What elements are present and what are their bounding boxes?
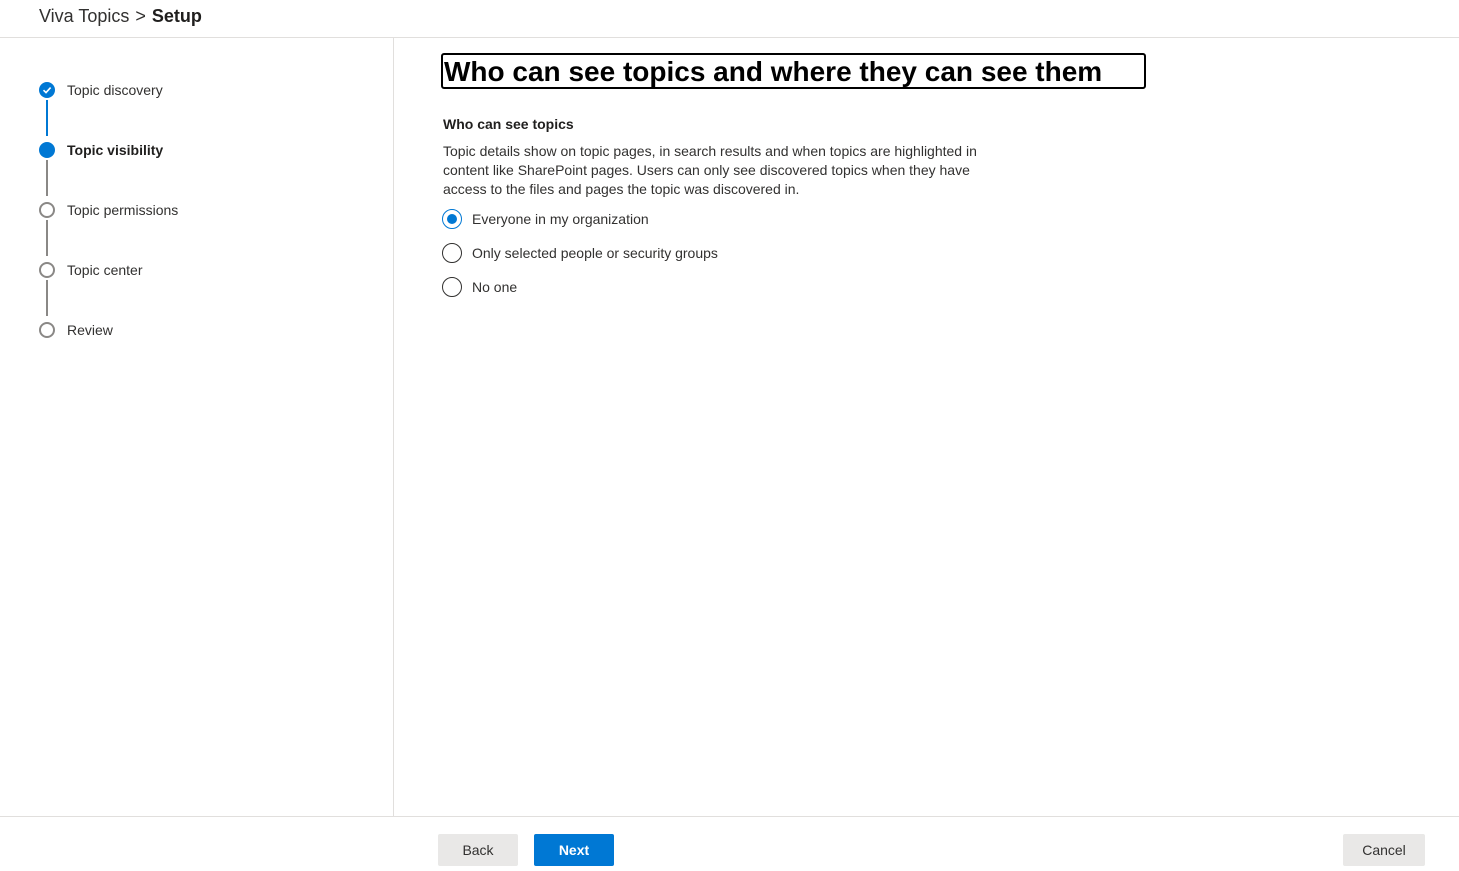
radio-option-everyone[interactable]: Everyone in my organization	[442, 209, 649, 229]
wizard-footer: Back Next Cancel	[0, 816, 1459, 871]
radio-option-selected-people[interactable]: Only selected people or security groups	[442, 243, 718, 263]
step-pending-circle-icon	[39, 202, 55, 218]
step-connector	[46, 220, 48, 256]
step-connector	[46, 100, 48, 136]
next-button[interactable]: Next	[534, 834, 614, 866]
step-pending-circle-icon	[39, 322, 55, 338]
step-topic-discovery[interactable]: Topic discovery	[39, 80, 163, 100]
step-topic-visibility[interactable]: Topic visibility	[39, 140, 163, 160]
step-label: Topic center	[67, 262, 143, 278]
section-description: Topic details show on topic pages, in se…	[443, 143, 977, 197]
breadcrumb-parent-link[interactable]: Viva Topics	[39, 6, 129, 26]
cancel-button[interactable]: Cancel	[1343, 834, 1425, 866]
step-label: Topic discovery	[67, 82, 163, 98]
back-button[interactable]: Back	[438, 834, 518, 866]
radio-label: No one	[472, 279, 518, 295]
step-connector	[46, 160, 48, 196]
breadcrumb-current: Setup	[151, 6, 202, 26]
radio-button[interactable]	[442, 277, 462, 297]
breadcrumb: Viva Topics > Setup	[39, 5, 202, 27]
radio-option-no-one[interactable]: No one	[442, 277, 517, 297]
step-review[interactable]: Review	[39, 320, 113, 340]
radio-label: Only selected people or security groups	[472, 245, 718, 261]
step-current-indicator-icon	[39, 142, 55, 158]
section-title: Who can see topics	[443, 116, 574, 132]
breadcrumb-separator: >	[135, 6, 146, 26]
radio-label: Everyone in my organization	[472, 211, 649, 227]
step-topic-permissions[interactable]: Topic permissions	[39, 200, 178, 220]
step-completed-check-icon	[39, 82, 55, 98]
radio-button[interactable]	[442, 243, 462, 263]
step-pending-circle-icon	[39, 262, 55, 278]
radio-button-checked[interactable]	[442, 209, 462, 229]
page-header: Viva Topics > Setup	[0, 0, 1459, 38]
setup-wizard-page: Viva Topics > Setup Topic discovery Topic …	[0, 0, 1459, 871]
step-label: Topic permissions	[67, 202, 179, 218]
page-title: Who can see topics and where they can se…	[441, 53, 1146, 89]
step-label: Topic visibility	[67, 142, 164, 158]
step-connector	[46, 280, 48, 316]
step-topic-center[interactable]: Topic center	[39, 260, 142, 280]
wizard-steps-nav: Topic discovery Topic visibility Topic p…	[0, 38, 394, 816]
step-label: Review	[67, 322, 113, 338]
